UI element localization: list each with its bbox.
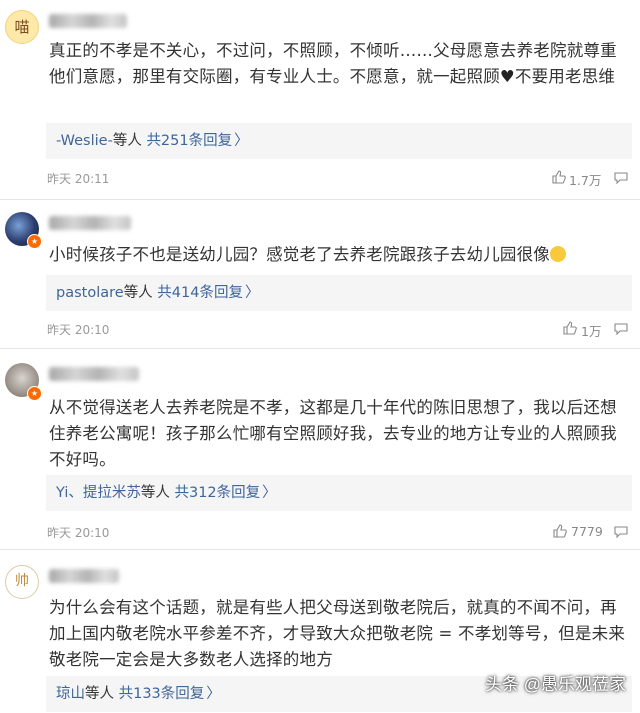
- thumbs-up-icon[interactable]: [552, 170, 566, 184]
- avatar-label: 帅: [15, 573, 29, 589]
- replies-summary[interactable]: Yi、提拉米苏等人 共312条回复〉: [46, 475, 632, 511]
- avatar[interactable]: 喵: [5, 10, 39, 44]
- reply-count[interactable]: 共251条回复: [146, 133, 232, 149]
- comment-text: 真正的不孝是不关心，不过问，不照顾，不倾听……父母愿意去养老院就尊重他们意愿，那…: [49, 38, 633, 90]
- thumbs-up-icon[interactable]: [553, 524, 567, 538]
- timestamp: 昨天 20:11: [47, 172, 110, 186]
- reply-count[interactable]: 共312条回复: [174, 485, 260, 501]
- chevron-right-icon: 〉: [244, 285, 260, 301]
- reply-others: 等人: [123, 285, 153, 301]
- thumbs-up-icon[interactable]: [563, 321, 577, 335]
- reply-author[interactable]: pastolare: [56, 285, 124, 301]
- username-blurred[interactable]: [49, 216, 131, 230]
- replies-summary[interactable]: -Weslie-等人 共251条回复〉: [46, 123, 632, 159]
- comment-text-main: 从不觉得送老人去养老院是不孝，这都是几十年代的陈旧思想了，我以后还想住养老公寓呢…: [49, 398, 617, 469]
- chevron-right-icon: 〉: [206, 686, 221, 702]
- comment-3: ★ 从不觉得送老人去养老院是不孝，这都是几十年代的陈旧思想了，我以后还想住养老公…: [0, 349, 640, 549]
- comment-icon[interactable]: [614, 526, 628, 538]
- verified-badge-icon: ★: [27, 234, 42, 249]
- like-count: 1.7万: [569, 173, 602, 188]
- avatar[interactable]: 帅: [5, 565, 39, 599]
- chevron-right-icon: 〉: [234, 133, 249, 149]
- reply-others: 等人: [85, 686, 114, 702]
- comment-icon[interactable]: [614, 172, 628, 184]
- reply-author[interactable]: -Weslie-: [56, 133, 113, 149]
- username-blurred[interactable]: [49, 14, 127, 28]
- comment-text-main: 小时候孩子不也是送幼儿园？感觉老了去养老院跟孩子去幼儿园很像: [49, 245, 550, 264]
- replies-summary[interactable]: pastolare等人 共414条回复〉: [46, 275, 632, 311]
- like-count: 7779: [571, 524, 603, 539]
- comment-text: 从不觉得送老人去养老院是不孝，这都是几十年代的陈旧思想了，我以后还想住养老公寓呢…: [49, 395, 633, 473]
- reply-count[interactable]: 共133条回复: [119, 686, 205, 702]
- watermark: 头条 @愚乐观莅家: [485, 675, 626, 694]
- timestamp: 昨天 20:10: [47, 323, 110, 337]
- comment-1: 喵 真正的不孝是不关心，不过问，不照顾，不倾听……父母愿意去养老院就尊重他们意愿…: [0, 0, 640, 200]
- smile-emoji-icon: [550, 246, 566, 262]
- username-blurred[interactable]: [49, 367, 139, 381]
- comment-2: ★ 小时候孩子不也是送幼儿园？感觉老了去养老院跟孩子去幼儿园很像 pastola…: [0, 200, 640, 348]
- avatar-label: 喵: [14, 18, 30, 36]
- comment-text-main: 为什么会有这个话题，就是有些人把父母送到敬老院后，就真的不闻不问，再加上国内敬老…: [49, 598, 626, 669]
- chevron-right-icon: 〉: [262, 485, 277, 501]
- verified-badge-icon: ★: [27, 386, 42, 401]
- comment-text-tail: 不要用老思维: [514, 67, 616, 86]
- reply-others: 等人: [140, 485, 170, 501]
- heart-emoji-icon: ♥: [499, 67, 515, 86]
- comment-icon[interactable]: [614, 323, 628, 335]
- reply-author[interactable]: 琼山: [56, 686, 85, 702]
- username-blurred[interactable]: [49, 569, 119, 583]
- timestamp: 昨天 20:10: [47, 526, 110, 540]
- reply-count[interactable]: 共414条回复: [157, 285, 243, 301]
- like-count: 1万: [581, 324, 602, 339]
- comment-text: 小时候孩子不也是送幼儿园？感觉老了去养老院跟孩子去幼儿园很像: [49, 242, 633, 268]
- reply-others: 等人: [112, 133, 142, 149]
- comment-text: 为什么会有这个话题，就是有些人把父母送到敬老院后，就真的不闻不问，再加上国内敬老…: [49, 595, 633, 673]
- reply-author[interactable]: Yi、提拉米苏: [56, 485, 141, 501]
